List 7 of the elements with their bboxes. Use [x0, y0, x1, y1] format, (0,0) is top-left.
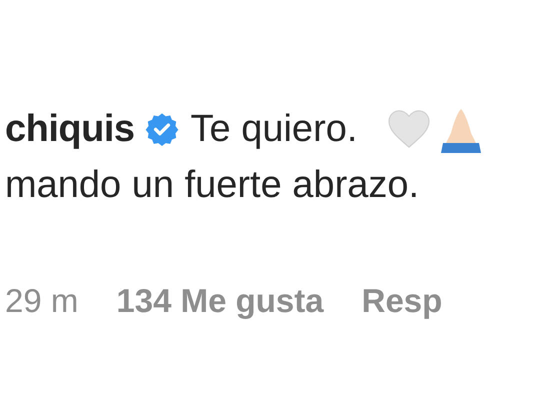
username[interactable]: chiquis: [5, 100, 135, 158]
comment-text: Te quiero.: [190, 106, 358, 152]
timestamp: 29 m: [5, 281, 78, 321]
comment-text: mando un fuerte abrazo.: [5, 162, 420, 208]
likes-link[interactable]: 134 Me gusta: [116, 276, 324, 326]
reply-link[interactable]: Resp: [362, 276, 442, 326]
heart-icon: [387, 109, 432, 149]
